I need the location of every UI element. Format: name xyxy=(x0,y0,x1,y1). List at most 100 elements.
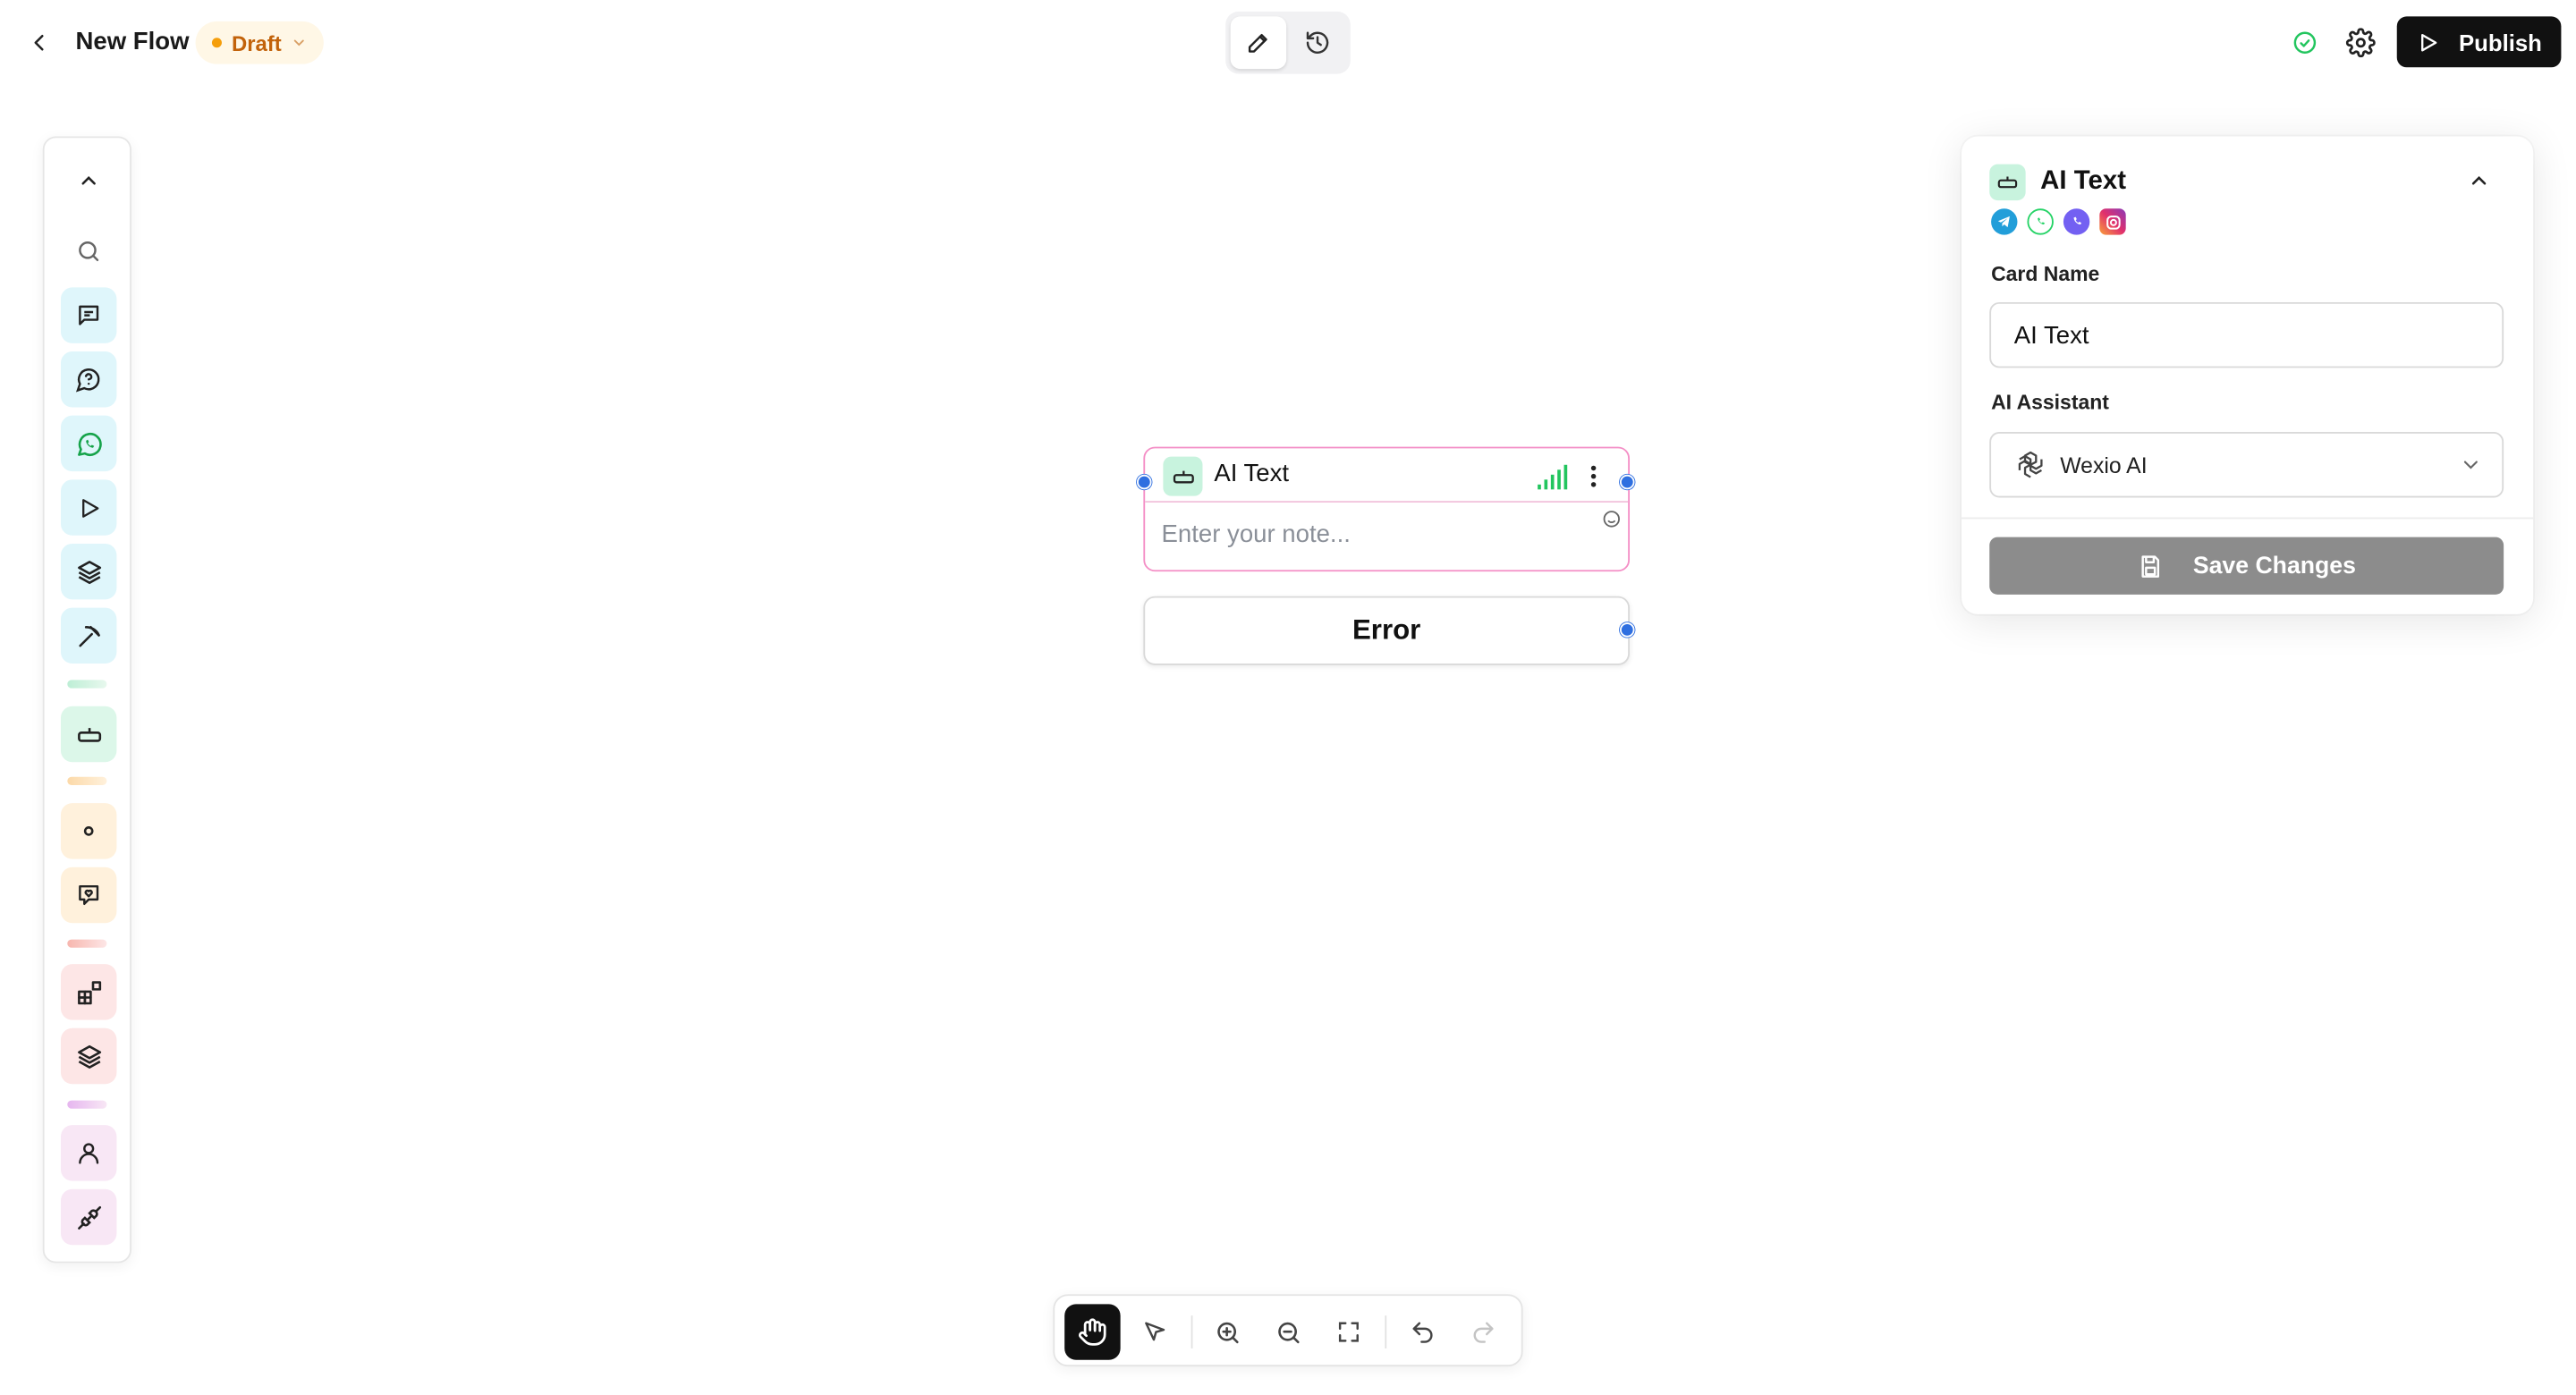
chevron-left-icon xyxy=(34,34,44,51)
chevron-down-icon xyxy=(294,39,305,46)
signal-icon xyxy=(1538,464,1568,490)
chat-heart-icon xyxy=(79,884,99,906)
cursor-icon xyxy=(1145,1322,1165,1341)
panel-collapse-button[interactable] xyxy=(2464,166,2494,196)
sidebar-search-button[interactable] xyxy=(61,224,116,279)
gear-icon xyxy=(2345,28,2376,58)
chevron-up-icon xyxy=(81,176,96,185)
redo-icon xyxy=(1473,1322,1494,1343)
zoom-in-button[interactable] xyxy=(1199,1304,1255,1359)
zoom-out-button[interactable] xyxy=(1260,1304,1316,1359)
layers-icon xyxy=(77,1044,101,1069)
save-changes-label: Save Changes xyxy=(2192,553,2356,579)
saved-status-icon xyxy=(2289,26,2322,59)
robot-icon xyxy=(1997,176,2018,189)
sidebar-item-plug[interactable] xyxy=(60,1188,117,1246)
chevron-up-icon xyxy=(2471,176,2487,185)
status-dot xyxy=(211,38,222,48)
publish-button[interactable]: Publish xyxy=(2396,16,2562,68)
message-square-icon xyxy=(79,305,99,326)
node-note-input[interactable]: Enter your note... xyxy=(1162,520,1351,550)
edit-mode-button[interactable] xyxy=(1230,16,1287,70)
undo-button[interactable] xyxy=(1394,1304,1450,1359)
sidebar-collapse-button[interactable] xyxy=(61,153,116,208)
sidebar-item-dot[interactable] xyxy=(60,803,117,859)
whatsapp-icon xyxy=(77,432,101,456)
hand-icon xyxy=(1078,1318,1106,1346)
play-icon xyxy=(2420,33,2436,51)
whatsapp-icon xyxy=(2027,208,2054,235)
error-output-handle[interactable] xyxy=(1619,622,1635,638)
save-icon xyxy=(2141,554,2159,577)
more-vertical-icon xyxy=(1590,465,1597,487)
sidebar-divider xyxy=(67,1100,107,1109)
pickaxe-icon xyxy=(78,625,99,647)
sidebar-item-ai-text[interactable] xyxy=(60,706,117,763)
blocks-icon xyxy=(77,980,101,1004)
input-handle[interactable] xyxy=(1136,474,1152,490)
settings-button[interactable] xyxy=(2343,25,2378,61)
publish-label: Publish xyxy=(2459,29,2542,55)
search-icon xyxy=(79,241,99,262)
chevron-down-icon xyxy=(2463,461,2478,469)
emoji-icon[interactable] xyxy=(1602,509,1622,528)
ai-assistant-value: Wexio AI xyxy=(2060,452,2148,478)
hand-tool-button[interactable] xyxy=(1064,1304,1121,1360)
panel-divider xyxy=(1962,517,2534,520)
play-icon xyxy=(81,498,98,517)
sidebar-item-user[interactable] xyxy=(60,1125,117,1181)
node-header: AI Text xyxy=(1145,448,1629,503)
viber-icon xyxy=(2063,208,2090,235)
channel-list xyxy=(1991,208,2126,235)
openai-logo-icon xyxy=(2018,451,2043,478)
panel-title: AI Text xyxy=(2040,167,2126,196)
node-settings-panel: AI Text Card Name AI Assistant xyxy=(1962,136,2534,614)
flow-title: New Flow xyxy=(75,28,190,56)
sidebar-item-chat-heart[interactable] xyxy=(60,867,117,924)
sidebar-item-whatsapp[interactable] xyxy=(60,415,117,472)
zoom-out-icon xyxy=(1277,1321,1299,1343)
status-badge[interactable]: Draft xyxy=(195,21,325,64)
sidebar-item-layers-2[interactable] xyxy=(60,1027,117,1085)
layers-icon xyxy=(77,560,101,584)
error-output[interactable]: Error xyxy=(1143,596,1631,665)
sidebar-divider xyxy=(67,939,107,948)
panel-node-icon xyxy=(1989,164,2026,201)
save-changes-button[interactable]: Save Changes xyxy=(1989,537,2504,595)
ai-assistant-select[interactable]: Wexio AI xyxy=(1989,432,2504,498)
select-tool-button[interactable] xyxy=(1127,1304,1182,1359)
node-menu-button[interactable] xyxy=(1582,460,1606,493)
card-name-label: Card Name xyxy=(1991,262,2100,286)
instagram-icon xyxy=(2099,208,2126,235)
sidebar-item-message[interactable] xyxy=(60,287,117,343)
plug-icon xyxy=(77,1205,101,1230)
history-button[interactable] xyxy=(1290,16,1345,69)
sidebar-item-blocks[interactable] xyxy=(60,964,117,1020)
node-type-icon xyxy=(1163,456,1203,496)
sidebar-divider xyxy=(67,776,107,785)
redo-button[interactable] xyxy=(1455,1304,1511,1359)
node-title: AI Text xyxy=(1214,460,1290,488)
sidebar-divider xyxy=(67,680,107,689)
robot-icon xyxy=(1172,469,1193,483)
dot-icon xyxy=(83,826,94,836)
sidebar-item-pick[interactable] xyxy=(60,607,117,664)
ai-assistant-label: AI Assistant xyxy=(1991,391,2109,414)
fullscreen-icon xyxy=(1338,1322,1359,1342)
toolbar-divider xyxy=(1191,1315,1193,1348)
status-label: Draft xyxy=(231,30,282,55)
check-circle-icon xyxy=(2293,31,2317,54)
sidebar-item-question[interactable] xyxy=(60,351,117,408)
back-button[interactable] xyxy=(23,26,56,59)
undo-icon xyxy=(1412,1322,1433,1343)
history-icon xyxy=(1306,31,1329,54)
sidebar-item-play[interactable] xyxy=(60,479,117,536)
node-palette-sidebar xyxy=(42,136,131,1264)
output-handle[interactable] xyxy=(1619,474,1635,490)
robot-icon xyxy=(77,727,101,741)
sidebar-item-layers[interactable] xyxy=(60,543,117,600)
fit-view-button[interactable] xyxy=(1321,1304,1377,1359)
zoom-in-icon xyxy=(1216,1321,1238,1343)
card-name-input[interactable] xyxy=(1989,301,2504,368)
ai-text-node[interactable]: AI Text Enter your note... xyxy=(1143,446,1631,572)
